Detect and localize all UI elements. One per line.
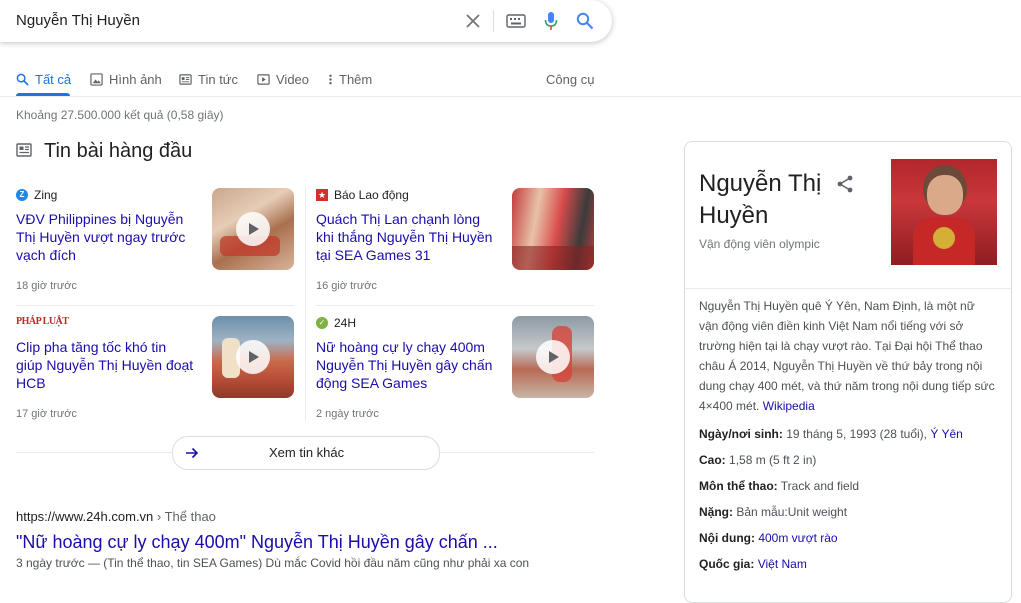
fact-label: Nội dung: bbox=[699, 531, 755, 545]
news-source: ★ Báo Lao động bbox=[316, 188, 409, 202]
fact-label: Nặng: bbox=[699, 505, 733, 519]
kp-description: Nguyễn Thị Huyền quê Ý Yên, Nam Định, là… bbox=[699, 296, 995, 416]
fact-label: Môn thể thao: bbox=[699, 479, 778, 493]
tabs-divider bbox=[0, 96, 1021, 97]
kp-title: Nguyễn Thị Huyền bbox=[699, 170, 822, 229]
kp-fact-event: Nội dung: 400m vượt rào bbox=[699, 531, 838, 545]
microphone-icon[interactable] bbox=[539, 9, 563, 33]
result-title[interactable]: "Nữ hoàng cự ly chạy 400m" Nguyễn Thị Hu… bbox=[16, 532, 498, 553]
news-source-label: 24H bbox=[334, 316, 357, 330]
fact-link[interactable]: 400m vượt rào bbox=[758, 531, 837, 545]
tab-label: Tin tức bbox=[198, 71, 239, 87]
search-icon bbox=[16, 73, 29, 86]
search-divider bbox=[493, 10, 494, 32]
tab-label: Thêm bbox=[339, 71, 373, 87]
kp-description-text: Nguyễn Thị Huyền quê Ý Yên, Nam Định, là… bbox=[699, 299, 995, 413]
play-icon bbox=[536, 340, 570, 374]
video-icon bbox=[257, 73, 270, 85]
zing-logo-icon: Z bbox=[16, 189, 28, 201]
news-thumbnail[interactable] bbox=[512, 188, 594, 270]
knowledge-panel: Nguyễn Thị Huyền Vận động viên olympic N… bbox=[684, 141, 1012, 603]
news-icon bbox=[179, 73, 192, 85]
result-stats: Khoảng 27.500.000 kết quả (0,58 giây) bbox=[16, 108, 224, 122]
result-breadcrumb: › Thể thao bbox=[153, 509, 216, 524]
lao-dong-logo-icon: ★ bbox=[316, 189, 328, 201]
keyboard-icon[interactable] bbox=[504, 9, 528, 33]
news-time: 2 ngày trước bbox=[316, 408, 379, 420]
kp-subtitle: Vận động viên olympic bbox=[699, 237, 820, 251]
news-thumbnail[interactable] bbox=[212, 188, 294, 270]
tools-label: Công cụ bbox=[546, 71, 595, 87]
result-snippet: 3 ngày trước — (Tin thể thao, tin SEA Ga… bbox=[16, 556, 530, 570]
kp-fact-height: Cao: 1,58 m (5 ft 2 in) bbox=[699, 453, 816, 467]
kp-fact-birth: Ngày/nơi sinh: 19 tháng 5, 1993 (28 tuổi… bbox=[699, 427, 963, 441]
tab-label: Tất cả bbox=[35, 71, 72, 87]
more-news-button[interactable]: Xem tin khác bbox=[172, 436, 440, 470]
more-news-label: Xem tin khác bbox=[269, 445, 345, 460]
fact-value: Bản mẫu:Unit weight bbox=[736, 505, 848, 519]
image-icon bbox=[90, 72, 103, 86]
tools-button[interactable]: Công cụ bbox=[546, 69, 594, 89]
result-url-domain: https://www.24h.com.vn bbox=[16, 509, 154, 524]
more-divider bbox=[438, 452, 594, 453]
top-stories-title: Tin bài hàng đầu bbox=[44, 140, 193, 162]
news-card[interactable]: PHÁP LUẬT Clip pha tăng tốc khó tin giúp… bbox=[16, 316, 296, 434]
kp-fact-sport: Môn thể thao: Track and field bbox=[699, 479, 859, 493]
news-source: Z Zing bbox=[16, 188, 57, 202]
wikipedia-link[interactable]: Wikipedia bbox=[763, 399, 815, 413]
news-title[interactable]: Clip pha tăng tốc khó tin giúp Nguyễn Th… bbox=[16, 338, 196, 392]
kp-photo[interactable] bbox=[891, 159, 997, 265]
news-card[interactable]: ★ Báo Lao động Quách Thị Lan chạnh lòng … bbox=[316, 188, 596, 306]
news-title[interactable]: VĐV Philippines bị Nguyễn Thị Huyền vượt… bbox=[16, 210, 196, 264]
news-thumbnail[interactable] bbox=[212, 316, 294, 398]
news-time: 17 giờ trước bbox=[16, 408, 77, 420]
search-bar[interactable]: Nguyễn Thị Huyền bbox=[0, 0, 612, 42]
fact-label: Ngày/nơi sinh: bbox=[699, 427, 783, 441]
kp-fact-weight: Nặng: Bản mẫu:Unit weight bbox=[699, 505, 847, 519]
tab-label: Video bbox=[276, 71, 310, 87]
tab-images[interactable]: Hình ảnh bbox=[90, 69, 162, 89]
news-title[interactable]: Nữ hoàng cự ly chạy 400m Nguyễn Thị Huyề… bbox=[316, 338, 496, 392]
card-divider bbox=[305, 188, 306, 420]
kp-divider bbox=[685, 288, 1011, 289]
news-source: PHÁP LUẬT bbox=[16, 316, 69, 327]
news-card[interactable]: ✓ 24H Nữ hoàng cự ly chạy 400m Nguyễn Th… bbox=[316, 316, 596, 434]
search-input[interactable]: Nguyễn Thị Huyền bbox=[16, 12, 140, 29]
fact-link[interactable]: Ý Yên bbox=[930, 427, 962, 441]
fact-value: 1,58 m (5 ft 2 in) bbox=[729, 453, 817, 467]
play-icon bbox=[236, 212, 270, 246]
result-url[interactable]: https://www.24h.com.vn › Thể thao bbox=[16, 509, 216, 524]
search-icon[interactable] bbox=[573, 9, 597, 33]
card-divider bbox=[16, 305, 294, 306]
news-title[interactable]: Quách Thị Lan chạnh lòng khi thắng Nguyễ… bbox=[316, 210, 496, 264]
more-vert-icon bbox=[329, 74, 332, 84]
card-divider bbox=[316, 305, 594, 306]
24h-logo-icon: ✓ bbox=[316, 317, 328, 329]
tab-more[interactable]: Thêm bbox=[328, 69, 372, 89]
more-divider bbox=[16, 452, 172, 453]
fact-label: Cao: bbox=[699, 453, 726, 467]
top-stories-icon bbox=[16, 143, 32, 162]
tab-news[interactable]: Tin tức bbox=[179, 69, 238, 89]
fact-label: Quốc gia: bbox=[699, 557, 755, 571]
kp-fact-country: Quốc gia: Việt Nam bbox=[699, 557, 807, 571]
clear-icon[interactable] bbox=[461, 9, 485, 33]
play-icon bbox=[236, 340, 270, 374]
news-source: ✓ 24H bbox=[316, 316, 356, 330]
tab-video[interactable]: Video bbox=[257, 69, 309, 89]
share-icon[interactable] bbox=[835, 174, 855, 199]
tab-all[interactable]: Tất cả bbox=[16, 69, 71, 89]
news-source-logo: PHÁP LUẬT bbox=[16, 316, 69, 327]
news-time: 18 giờ trước bbox=[16, 280, 77, 292]
tab-label: Hình ảnh bbox=[109, 71, 162, 87]
news-source-label: Zing bbox=[34, 188, 58, 202]
arrow-right-icon bbox=[186, 447, 199, 459]
fact-value: 19 tháng 5, 1993 (28 tuổi), bbox=[786, 427, 931, 441]
news-source-label: Báo Lao động bbox=[334, 188, 409, 202]
news-thumbnail[interactable] bbox=[512, 316, 594, 398]
news-time: 16 giờ trước bbox=[316, 280, 377, 292]
fact-value: Track and field bbox=[780, 479, 860, 493]
fact-link[interactable]: Việt Nam bbox=[758, 557, 807, 571]
news-card[interactable]: Z Zing VĐV Philippines bị Nguyễn Thị Huy… bbox=[16, 188, 296, 306]
